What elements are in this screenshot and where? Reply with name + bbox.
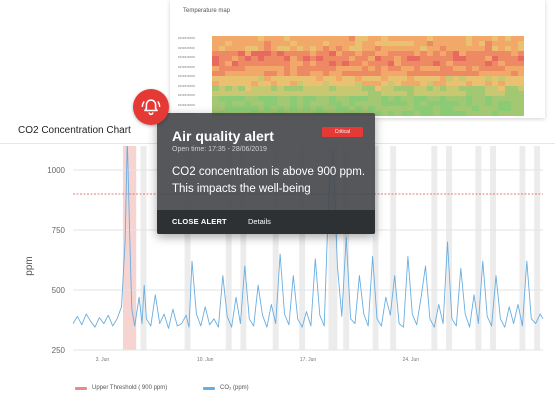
y-tick-label: 750	[52, 226, 66, 235]
alarm-bell-icon[interactable]	[133, 89, 169, 125]
heatmap-row-label: ##/##/####	[178, 55, 196, 59]
alert-message: CO2 concentration is above 900 ppm. This…	[172, 166, 366, 195]
x-tick-label: 24. Jun	[403, 357, 420, 363]
temperature-map-card: Temperature map ##/##/#### ##/##/#### ##/#…	[170, 0, 545, 118]
weekend-band	[534, 146, 541, 350]
alert-open-time: Open time: 17:35 - 28/06/2019	[172, 146, 267, 153]
heatmap-row-label: ##/##/####	[178, 83, 196, 88]
x-tick-label: 17. Jun	[300, 357, 317, 363]
y-axis-label: ppm	[24, 256, 35, 275]
temperature-map-row-labels: ##/##/#### ##/##/#### ##/##/#### ##/##/####…	[178, 36, 210, 116]
y-tick-label: 1000	[47, 166, 65, 175]
alert-actions-bar: CLOSE ALERT Details	[157, 210, 375, 234]
y-tick-label: 250	[52, 346, 66, 355]
temperature-map-title: Temperature map	[183, 8, 231, 14]
heatmap-row-label: ##/##/####	[178, 93, 196, 97]
x-tick-label: 10. Jun	[197, 357, 214, 363]
heatmap-row-label: ##/##/####	[178, 74, 196, 78]
details-button[interactable]: Details	[248, 217, 271, 226]
x-tick-label: 3. Jun	[96, 357, 110, 363]
alert-severity-badge: Critical	[321, 127, 363, 137]
air-quality-alert-dialog: Air quality alert Critical Open time: 17…	[157, 113, 375, 234]
legend-threshold[interactable]: Upper Threshold ( 900 ppm)	[75, 385, 167, 391]
heatmap-row-label: ##/##/####	[178, 102, 196, 107]
legend-series-swatch	[203, 386, 215, 390]
weekend-band	[490, 146, 496, 350]
legend-series[interactable]: CO₂ (ppm)	[203, 385, 249, 391]
close-alert-button[interactable]: CLOSE ALERT	[172, 217, 227, 226]
weekend-band	[431, 146, 438, 350]
co2-chart-title: CO2 Concentration Chart	[18, 125, 131, 136]
bell-icon	[141, 99, 161, 116]
weekend-band	[390, 146, 397, 350]
legend-threshold-label: Upper Threshold ( 900 ppm)	[92, 385, 168, 391]
heatmap-cell	[517, 111, 524, 116]
y-tick-label: 500	[52, 286, 66, 295]
heatmap-row-label: ##/##/####	[178, 36, 196, 40]
heatmap-row-label: ##/##/####	[178, 64, 196, 69]
legend-series-label: CO₂ (ppm)	[220, 385, 249, 391]
heatmap-row-label: ##/##/####	[178, 45, 196, 50]
legend-threshold-swatch	[75, 386, 87, 390]
alert-title: Air quality alert	[172, 128, 274, 144]
temperature-map-heatmap	[212, 36, 524, 116]
